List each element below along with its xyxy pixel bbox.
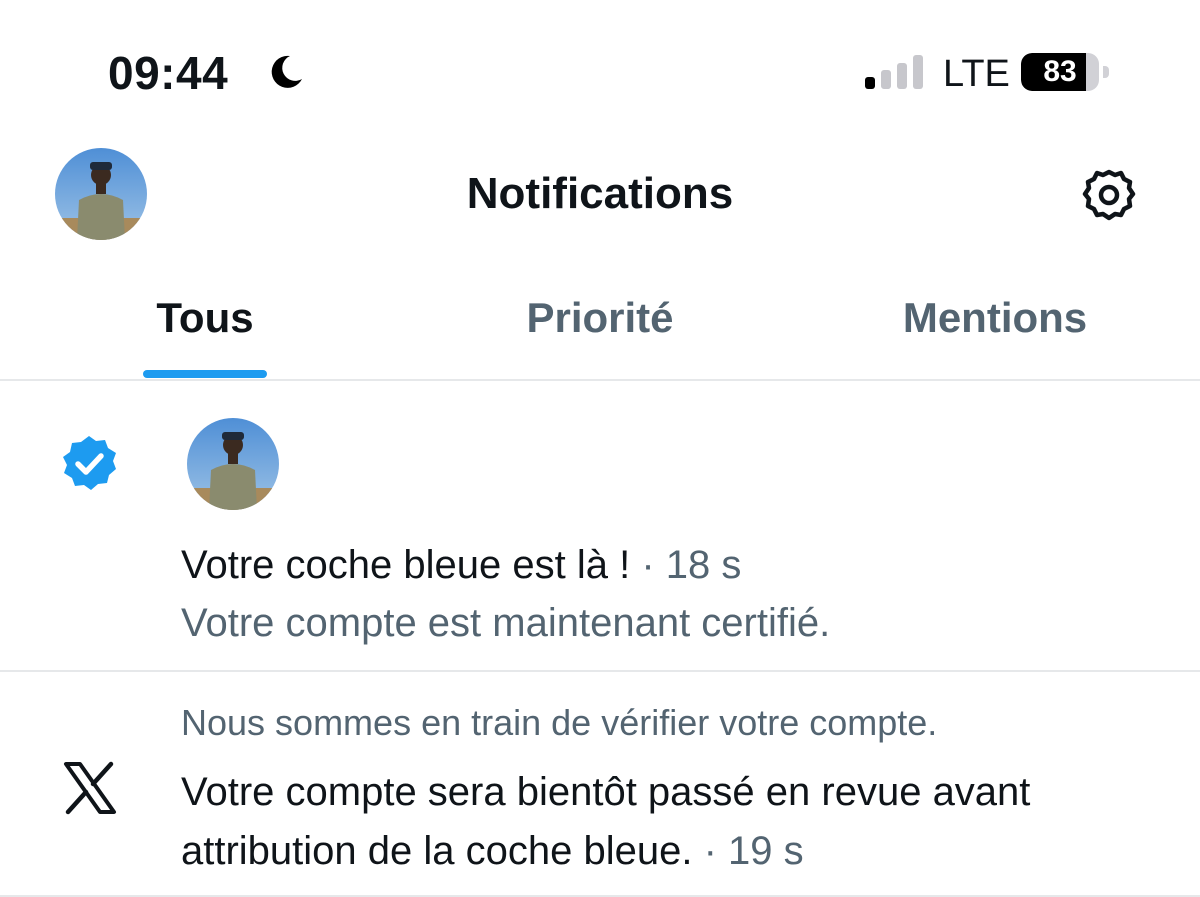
notification-avatar[interactable] bbox=[187, 418, 279, 510]
network-label: LTE bbox=[943, 53, 1010, 95]
gear-icon[interactable] bbox=[1078, 164, 1140, 226]
notification-time: · 19 s bbox=[703, 829, 804, 873]
notification-tabs: Tous Priorité Mentions bbox=[0, 280, 1200, 381]
battery-cap bbox=[1103, 66, 1109, 78]
tab-mentions[interactable]: Mentions bbox=[795, 280, 1195, 379]
battery-body: 83 bbox=[1021, 53, 1099, 91]
signal-bar-1 bbox=[865, 77, 875, 89]
tab-all[interactable]: Tous bbox=[5, 280, 405, 379]
tab-priority[interactable]: Priorité bbox=[400, 280, 800, 379]
signal-bar-4 bbox=[913, 55, 923, 89]
signal-icon bbox=[863, 53, 927, 91]
notification-body-text: Votre compte sera bientôt passé en revue… bbox=[181, 770, 1031, 873]
x-logo-icon bbox=[62, 760, 118, 816]
notification-item[interactable]: Votre coche bleue est là ! · 18 s Votre … bbox=[0, 381, 1200, 672]
notification-title: Votre coche bleue est là ! · 18 s bbox=[181, 536, 741, 594]
signal-bar-3 bbox=[897, 63, 907, 89]
notification-item[interactable]: Nous sommes en train de vérifier votre c… bbox=[0, 672, 1200, 897]
battery-icon: 83 bbox=[1021, 53, 1111, 91]
header: Notifications bbox=[0, 140, 1200, 250]
status-bar: 09:44 LTE 83 bbox=[0, 0, 1200, 130]
signal-bar-2 bbox=[881, 70, 891, 89]
notification-time: · 18 s bbox=[641, 543, 742, 587]
notification-title-text: Votre coche bleue est là ! bbox=[181, 543, 631, 587]
moon-icon bbox=[266, 52, 306, 92]
verified-badge-icon bbox=[56, 431, 122, 497]
notification-kicker: Nous sommes en train de vérifier votre c… bbox=[181, 702, 938, 743]
page-title: Notifications bbox=[466, 169, 734, 218]
notification-body: Votre compte sera bientôt passé en revue… bbox=[181, 763, 1171, 881]
status-time: 09:44 bbox=[108, 47, 229, 99]
battery-label: 83 bbox=[1043, 55, 1077, 88]
notification-subtitle: Votre compte est maintenant certifié. bbox=[181, 601, 831, 645]
active-tab-indicator bbox=[143, 370, 267, 378]
